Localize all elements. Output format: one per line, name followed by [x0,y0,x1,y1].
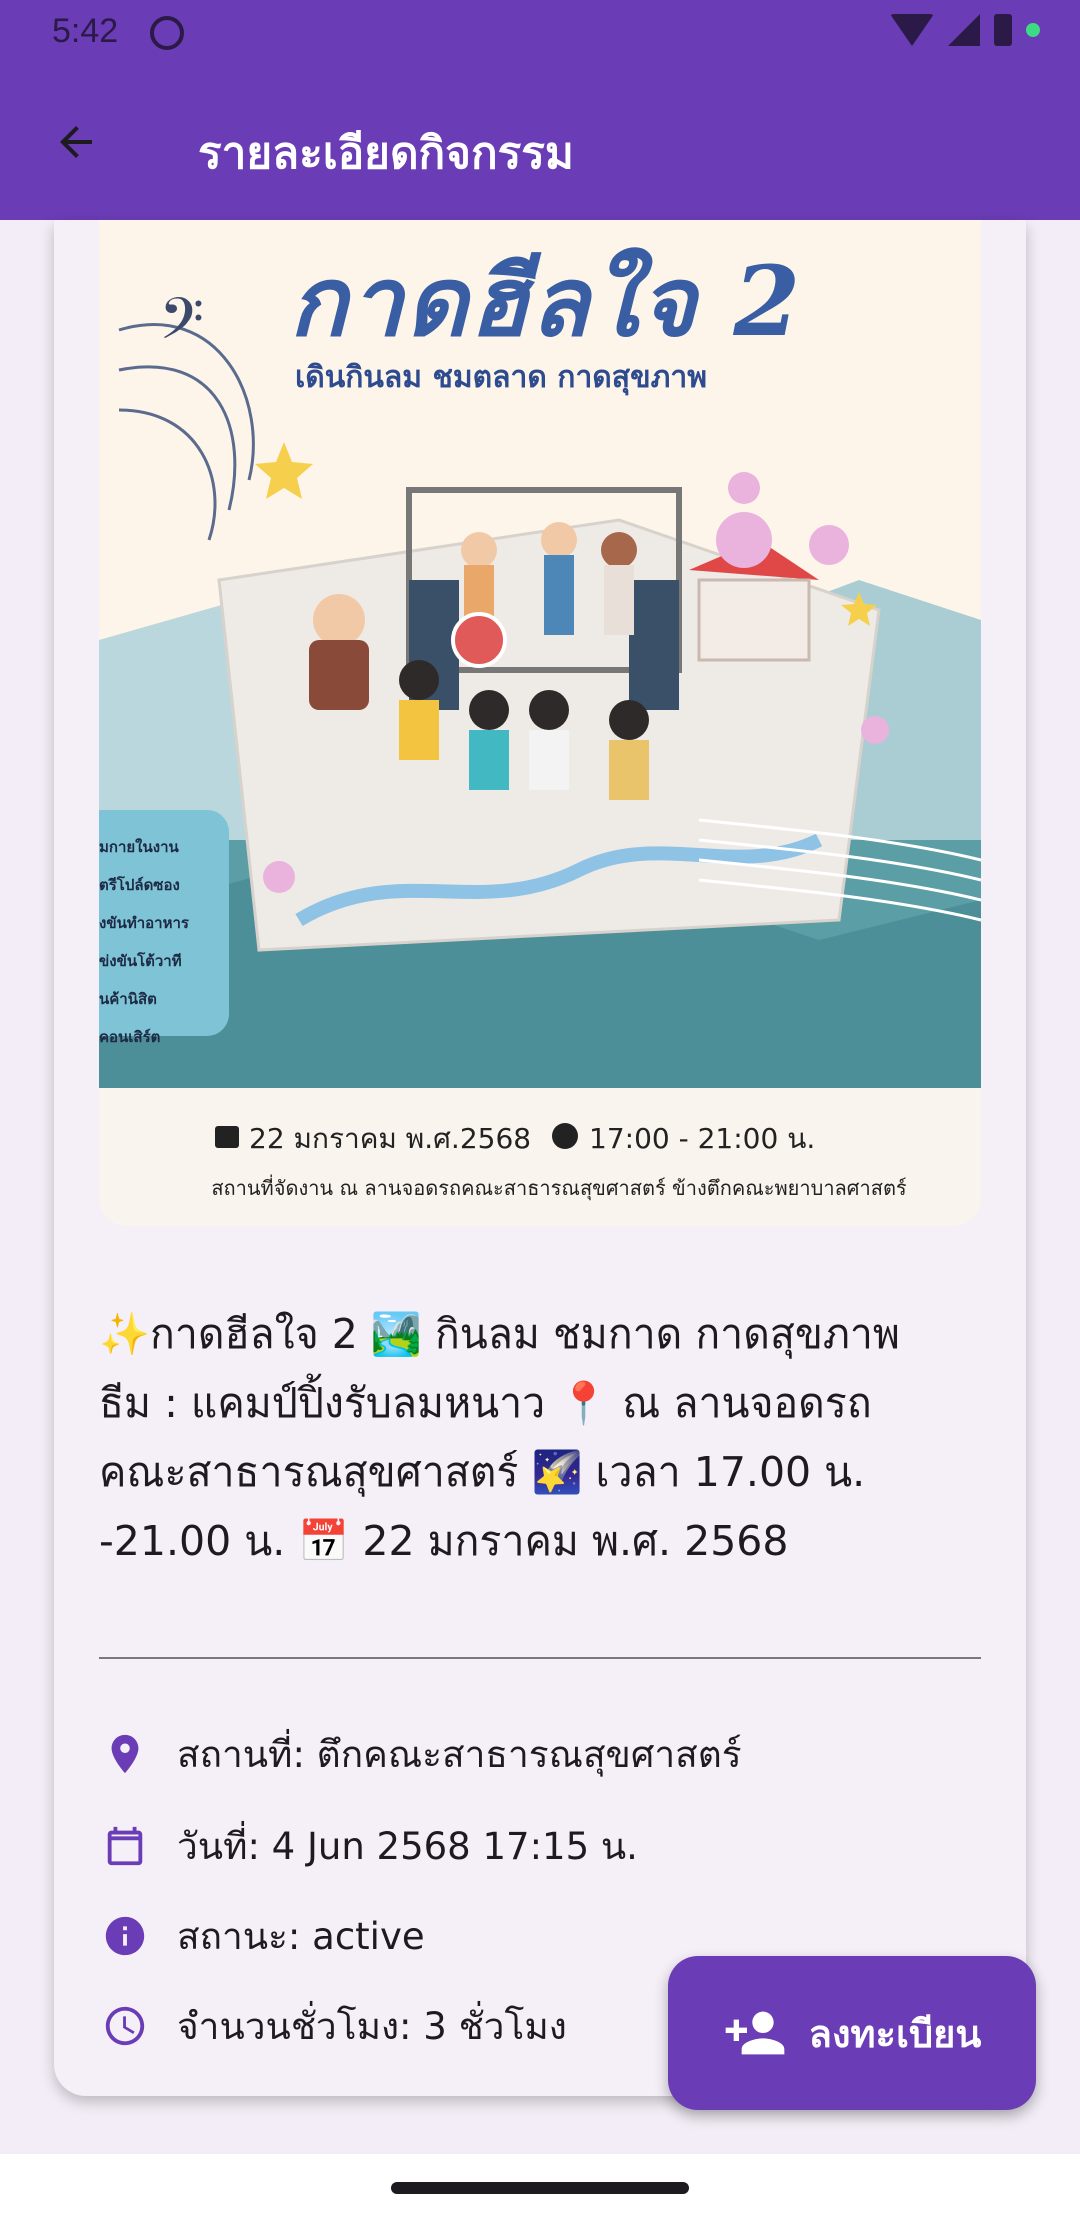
back-button[interactable] [40,106,112,178]
hours-text: จำนวนชั่วโมง: 3 ชั่วโมง [177,2004,567,2048]
person-add-icon [725,2011,785,2055]
clock-icon [99,2000,151,2052]
location-text: สถานที่: ตึกคณะสาธารณสุขศาสตร์ [177,1732,742,1776]
event-poster-image: 𝄢 กาดฮีลใจ 2 เดินกินลม ชมตลาด กาดสุขภาพ … [99,220,981,1226]
detail-date: วันที่: 4 Jun 2568 17:15 น. [99,1816,638,1876]
signal-icon [948,14,980,46]
poster-side-item: มกายในงาน [99,838,179,856]
poster-date: 22 มกราคม พ.ศ.2568 [249,1122,532,1155]
description-line: -21.00 น. 📅 22 มกราคม พ.ศ. 2568 [99,1517,789,1565]
poster-venue: สถานที่จัดงาน ณ ลานจอดรถคณะสาธารณสุขศาสต… [211,1176,907,1200]
description-line: ✨กาดฮีลใจ 2 🏞️ กินลม ชมกาด กาดสุขภาพ [99,1310,900,1358]
status-bar: 5:42 [0,0,1080,66]
home-gesture-handle[interactable] [391,2182,689,2194]
divider [99,1657,981,1659]
page-title: รายละเอียดกิจกรรม [198,128,574,179]
status-time: 5:42 [52,12,119,50]
description-line: คณะสาธารณสุขศาสตร์ 🌠 เวลา 17.00 น. [99,1448,866,1496]
status-icons [890,14,1040,46]
wifi-icon [890,14,934,46]
poster-time: 17:00 - 21:00 น. [589,1122,816,1155]
app-bar: รายละเอียดกิจกรรม [0,66,1080,220]
poster-subtitle: เดินกินลม ชมตลาด กาดสุขภาพ [295,360,708,395]
svg-text:𝄢: 𝄢 [159,285,204,367]
poster-side-item: คอนเสิร์ต [99,1028,161,1046]
poster-side-list: มกายในงาน ตรีโปล์ดซอง งขันทำอาหาร ข่งขัน… [99,828,239,1056]
calendar-icon [99,1820,151,1872]
privacy-indicator-icon [1026,23,1040,37]
detail-hours: จำนวนชั่วโมง: 3 ชั่วโมง [99,1996,567,2056]
poster-side-item: ตรีโปล์ดซอง [99,876,180,894]
poster-side-item: นค้านิสิต [99,990,157,1008]
info-icon [99,1910,151,1962]
detail-location: สถานที่: ตึกคณะสาธารณสุขศาสตร์ [99,1724,742,1784]
location-pin-icon [99,1728,151,1780]
poster-side-item: งขันทำอาหาร [99,914,189,932]
system-nav-bar [0,2154,1080,2220]
register-button[interactable]: ลงทะเบียน [668,1956,1036,2110]
description-line: ธีม : แคมป์ปิ้งรับลมหนาว 📍 ณ ลานจอดรถ [99,1379,872,1427]
activity-description: ✨กาดฮีลใจ 2 🏞️ กินลม ชมกาด กาดสุขภาพ ธีม… [99,1300,999,1576]
activity-card: 𝄢 กาดฮีลใจ 2 เดินกินลม ชมตลาด กาดสุขภาพ … [54,220,1026,2096]
poster-side-item: ข่งขันโต้วาที [99,952,182,970]
notification-cat-icon [150,16,184,50]
battery-icon [994,14,1012,46]
status-text: สถานะ: active [177,1914,425,1958]
date-text: วันที่: 4 Jun 2568 17:15 น. [177,1824,638,1868]
register-button-label: ลงทะเบียน [808,2011,982,2056]
arrow-back-icon [60,126,92,158]
detail-status: สถานะ: active [99,1906,425,1966]
